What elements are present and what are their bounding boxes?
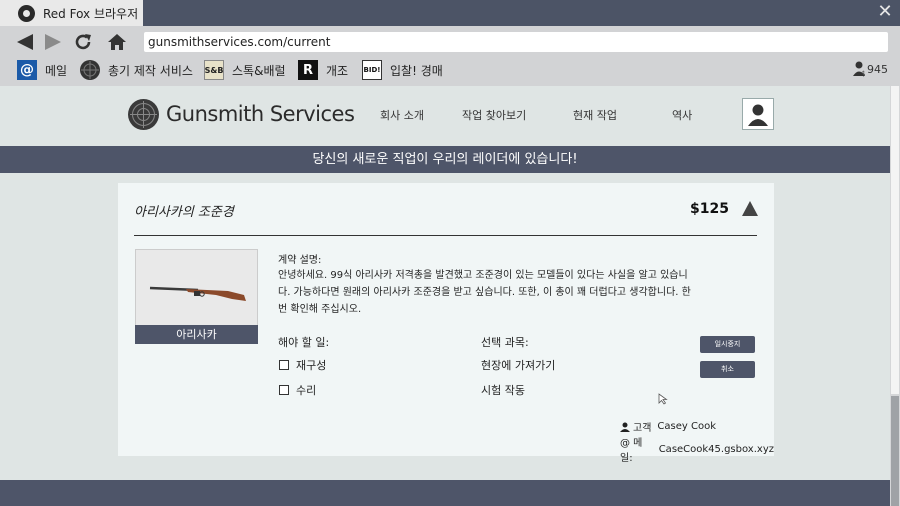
client-mail: @ 메일: CaseCook45.gsbox.xyz (620, 434, 774, 464)
mail-at-icon: @ (17, 60, 37, 80)
money-amount: 945 (867, 62, 888, 76)
client-info: 고객 Casey Cook (620, 419, 716, 434)
close-window-icon[interactable]: ✕ (876, 2, 894, 22)
scrollbar-thumb[interactable] (891, 396, 899, 506)
svg-text:$: $ (861, 70, 865, 77)
bookmark-label: 입찰! 경매 (390, 63, 443, 78)
bookmark-mail[interactable]: @ 메일 (17, 57, 67, 83)
page-viewport: Gunsmith Services 회사 소개 작업 찾아보기 현재 작업 역사… (0, 86, 890, 506)
optional-item: 현장에 가져가기 (481, 359, 556, 372)
stock-barrel-icon: S&B (204, 60, 224, 80)
back-arrow-icon[interactable] (14, 31, 36, 53)
divider (134, 235, 757, 236)
bid-logo-icon: BID! (362, 60, 382, 80)
todo-label: 해야 할 일: (278, 336, 330, 349)
todo-item[interactable]: 수리 (279, 382, 316, 398)
optional-label: 선택 과목: (481, 336, 529, 349)
bookmark-stock-barrel[interactable]: S&B 스톡&배럴 (204, 57, 286, 83)
bookmark-label: 스톡&배럴 (232, 63, 286, 78)
cancel-button[interactable]: 취소 (700, 361, 755, 378)
user-icon (748, 104, 768, 126)
browser-tab[interactable]: Red Fox 브라우저 (0, 0, 143, 26)
todo-item[interactable]: 재구성 (279, 357, 326, 373)
site-header: Gunsmith Services 회사 소개 작업 찾아보기 현재 작업 역사 (0, 86, 890, 146)
home-icon[interactable] (106, 31, 128, 53)
nav-about[interactable]: 회사 소개 (380, 107, 424, 123)
mail-address: CaseCook45.gsbox.xyz (658, 443, 774, 455)
avatar[interactable] (742, 98, 774, 130)
site-brand[interactable]: Gunsmith Services (166, 99, 355, 129)
bookmark-label: 개조 (326, 63, 349, 78)
promo-banner: 당신의 새로운 직업이 우리의 레이더에 있습니다! (0, 146, 890, 173)
bookmark-bid[interactable]: BID! 입찰! 경매 (362, 57, 443, 83)
bookmark-gunsmith[interactable]: 총기 제작 서비스 (80, 57, 193, 83)
radar-logo-icon (128, 99, 159, 130)
user-money-icon: $ (853, 61, 865, 77)
job-title: 아리사카의 조준경 (134, 205, 234, 220)
nav-history[interactable]: 역사 (672, 107, 692, 123)
forward-arrow-icon[interactable] (42, 31, 64, 53)
money-display: $ 945 (853, 61, 888, 77)
nav-browse-jobs[interactable]: 작업 찾아보기 (462, 107, 526, 123)
nav-current-jobs[interactable]: 현재 작업 (573, 107, 617, 123)
todo-text: 수리 (296, 384, 317, 397)
bookmarks-bar: @ 메일 총기 제작 서비스 S&B 스톡&배럴 R 개조 BID! 입찰! 경… (0, 57, 900, 83)
tab-title: Red Fox 브라우저 (43, 6, 139, 21)
client-name: Casey Cook (657, 421, 716, 432)
job-description: 안녕하세요. 99식 아리사카 저격총을 발견했고 조준경이 있는 모델들이 있… (278, 270, 691, 315)
checkbox[interactable] (279, 385, 289, 395)
checkbox[interactable] (279, 360, 289, 370)
browser-logo-icon (18, 4, 35, 22)
item-caption: 아리사카 (135, 325, 258, 344)
bookmark-mods[interactable]: R 개조 (298, 57, 348, 83)
job-price: $125 (690, 201, 729, 217)
page-scrollbar[interactable] (890, 86, 900, 506)
description-label: 계약 설명: (278, 255, 322, 266)
refresh-icon[interactable] (72, 31, 94, 53)
pause-button[interactable]: 일시중지 (700, 336, 755, 353)
bookmark-label: 총기 제작 서비스 (108, 63, 193, 78)
client-label: 고객 (633, 423, 652, 434)
gunsmith-logo-icon (80, 60, 100, 80)
mouse-cursor-icon (658, 393, 668, 405)
site-footer (0, 480, 890, 506)
scrollbar-track (891, 86, 899, 394)
r-logo-icon: R (298, 60, 318, 80)
url-bar[interactable]: gunsmithservices.com/current (144, 32, 888, 52)
job-card: 아리사카의 조준경 $125 아리사카 계약 설명: 안녕하세요. 99식 아리… (118, 183, 774, 464)
todo-text: 재구성 (296, 359, 327, 372)
bookmark-label: 메일 (45, 63, 68, 78)
collapse-triangle-icon[interactable] (742, 201, 758, 216)
optional-item: 시험 작동 (481, 384, 525, 397)
person-icon (620, 422, 630, 432)
mail-label: @ 메일: (620, 438, 643, 464)
rifle-icon (149, 286, 246, 301)
browser-tab-bar: Red Fox 브라우저 ✕ (0, 0, 900, 26)
